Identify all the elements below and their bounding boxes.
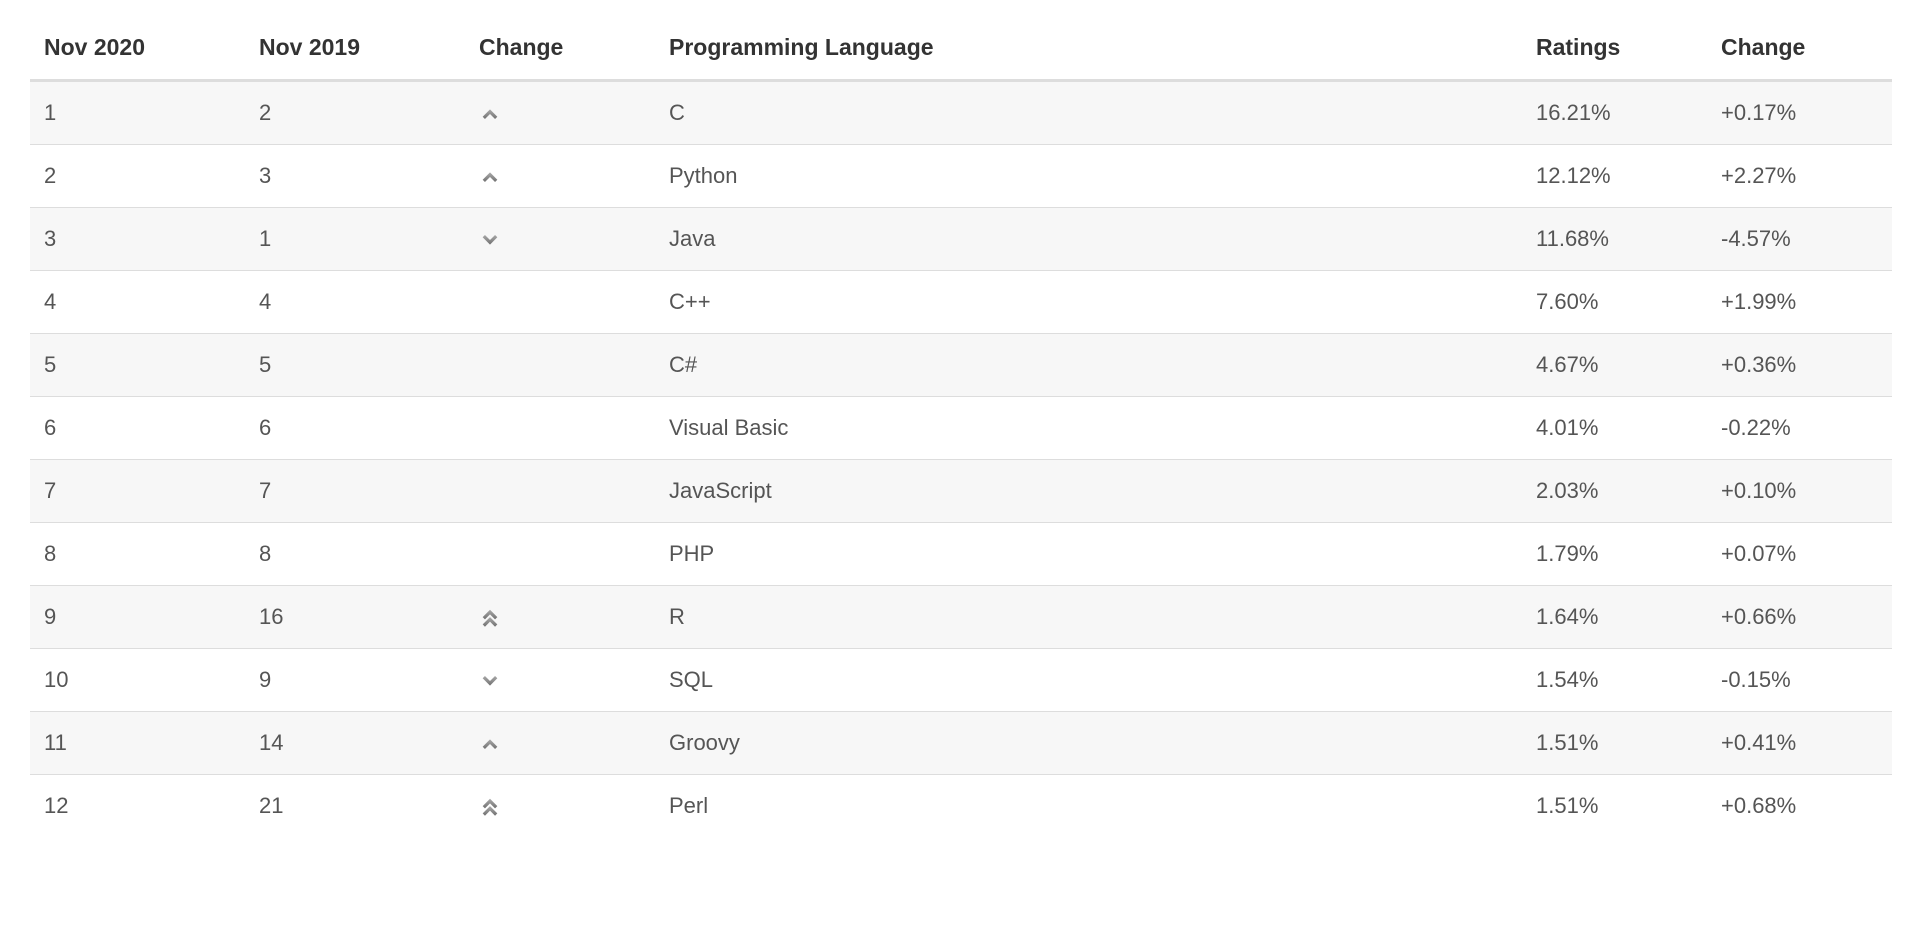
cell-language: JavaScript <box>655 460 1522 523</box>
table-row: 12 C16.21%+0.17% <box>30 81 1892 145</box>
cell-ratings: 1.51% <box>1522 712 1707 775</box>
cell-now: 9 <box>30 586 245 649</box>
cell-ratings: 1.54% <box>1522 649 1707 712</box>
header-ratings: Ratings <box>1522 20 1707 81</box>
cell-language: R <box>655 586 1522 649</box>
cell-now: 2 <box>30 145 245 208</box>
cell-delta: +0.36% <box>1707 334 1892 397</box>
cell-language: Java <box>655 208 1522 271</box>
cell-trend <box>465 649 655 712</box>
cell-language: Visual Basic <box>655 397 1522 460</box>
cell-delta: +0.10% <box>1707 460 1892 523</box>
table-row: 1221 Perl1.51%+0.68% <box>30 775 1892 838</box>
cell-prev: 3 <box>245 145 465 208</box>
table-row: 66 Visual Basic4.01%-0.22% <box>30 397 1892 460</box>
cell-delta: +0.07% <box>1707 523 1892 586</box>
chevron-down-icon <box>479 229 501 251</box>
header-nov2020: Nov 2020 <box>30 20 245 81</box>
cell-delta: +0.17% <box>1707 81 1892 145</box>
cell-ratings: 4.01% <box>1522 397 1707 460</box>
table-row: 23 Python12.12%+2.27% <box>30 145 1892 208</box>
cell-delta: +0.66% <box>1707 586 1892 649</box>
cell-prev: 9 <box>245 649 465 712</box>
cell-delta: +0.41% <box>1707 712 1892 775</box>
cell-trend <box>465 397 655 460</box>
table-row: 77 JavaScript2.03%+0.10% <box>30 460 1892 523</box>
chevron-up-icon <box>479 166 501 188</box>
cell-now: 4 <box>30 271 245 334</box>
header-delta: Change <box>1707 20 1892 81</box>
cell-ratings: 7.60% <box>1522 271 1707 334</box>
cell-ratings: 16.21% <box>1522 81 1707 145</box>
cell-trend <box>465 334 655 397</box>
cell-ratings: 1.79% <box>1522 523 1707 586</box>
cell-now: 12 <box>30 775 245 838</box>
cell-language: SQL <box>655 649 1522 712</box>
cell-language: C# <box>655 334 1522 397</box>
double-chevron-up-icon <box>479 607 501 629</box>
table-row: 1114 Groovy1.51%+0.41% <box>30 712 1892 775</box>
cell-trend <box>465 586 655 649</box>
double-chevron-up-icon <box>479 796 501 818</box>
cell-ratings: 1.64% <box>1522 586 1707 649</box>
cell-now: 5 <box>30 334 245 397</box>
cell-prev: 8 <box>245 523 465 586</box>
cell-trend <box>465 712 655 775</box>
table-header-row: Nov 2020 Nov 2019 Change Programming Lan… <box>30 20 1892 81</box>
cell-delta: -4.57% <box>1707 208 1892 271</box>
cell-prev: 4 <box>245 271 465 334</box>
table-row: 31 Java11.68%-4.57% <box>30 208 1892 271</box>
table-row: 916 R1.64%+0.66% <box>30 586 1892 649</box>
table-row: 88 PHP1.79%+0.07% <box>30 523 1892 586</box>
cell-trend <box>465 775 655 838</box>
cell-now: 7 <box>30 460 245 523</box>
cell-trend <box>465 460 655 523</box>
cell-prev: 5 <box>245 334 465 397</box>
chevron-up-icon <box>479 103 501 125</box>
header-language: Programming Language <box>655 20 1522 81</box>
cell-trend <box>465 271 655 334</box>
cell-language: C <box>655 81 1522 145</box>
cell-prev: 16 <box>245 586 465 649</box>
header-trend: Change <box>465 20 655 81</box>
cell-prev: 2 <box>245 81 465 145</box>
cell-ratings: 4.67% <box>1522 334 1707 397</box>
cell-language: Groovy <box>655 712 1522 775</box>
cell-now: 1 <box>30 81 245 145</box>
ranking-table: Nov 2020 Nov 2019 Change Programming Lan… <box>30 20 1892 837</box>
cell-delta: -0.15% <box>1707 649 1892 712</box>
cell-now: 3 <box>30 208 245 271</box>
cell-trend <box>465 81 655 145</box>
cell-now: 6 <box>30 397 245 460</box>
cell-delta: +0.68% <box>1707 775 1892 838</box>
cell-delta: +2.27% <box>1707 145 1892 208</box>
cell-prev: 6 <box>245 397 465 460</box>
table-row: 55 C#4.67%+0.36% <box>30 334 1892 397</box>
cell-language: C++ <box>655 271 1522 334</box>
table-row: 109 SQL1.54%-0.15% <box>30 649 1892 712</box>
cell-ratings: 2.03% <box>1522 460 1707 523</box>
cell-ratings: 1.51% <box>1522 775 1707 838</box>
chevron-down-icon <box>479 670 501 692</box>
cell-prev: 21 <box>245 775 465 838</box>
cell-delta: +1.99% <box>1707 271 1892 334</box>
cell-language: PHP <box>655 523 1522 586</box>
cell-ratings: 12.12% <box>1522 145 1707 208</box>
header-nov2019: Nov 2019 <box>245 20 465 81</box>
cell-prev: 7 <box>245 460 465 523</box>
table-row: 44 C++7.60%+1.99% <box>30 271 1892 334</box>
cell-ratings: 11.68% <box>1522 208 1707 271</box>
cell-trend <box>465 208 655 271</box>
cell-now: 8 <box>30 523 245 586</box>
chevron-up-icon <box>479 733 501 755</box>
cell-trend <box>465 523 655 586</box>
cell-language: Python <box>655 145 1522 208</box>
cell-now: 11 <box>30 712 245 775</box>
cell-prev: 1 <box>245 208 465 271</box>
cell-trend <box>465 145 655 208</box>
cell-now: 10 <box>30 649 245 712</box>
cell-prev: 14 <box>245 712 465 775</box>
cell-language: Perl <box>655 775 1522 838</box>
cell-delta: -0.22% <box>1707 397 1892 460</box>
